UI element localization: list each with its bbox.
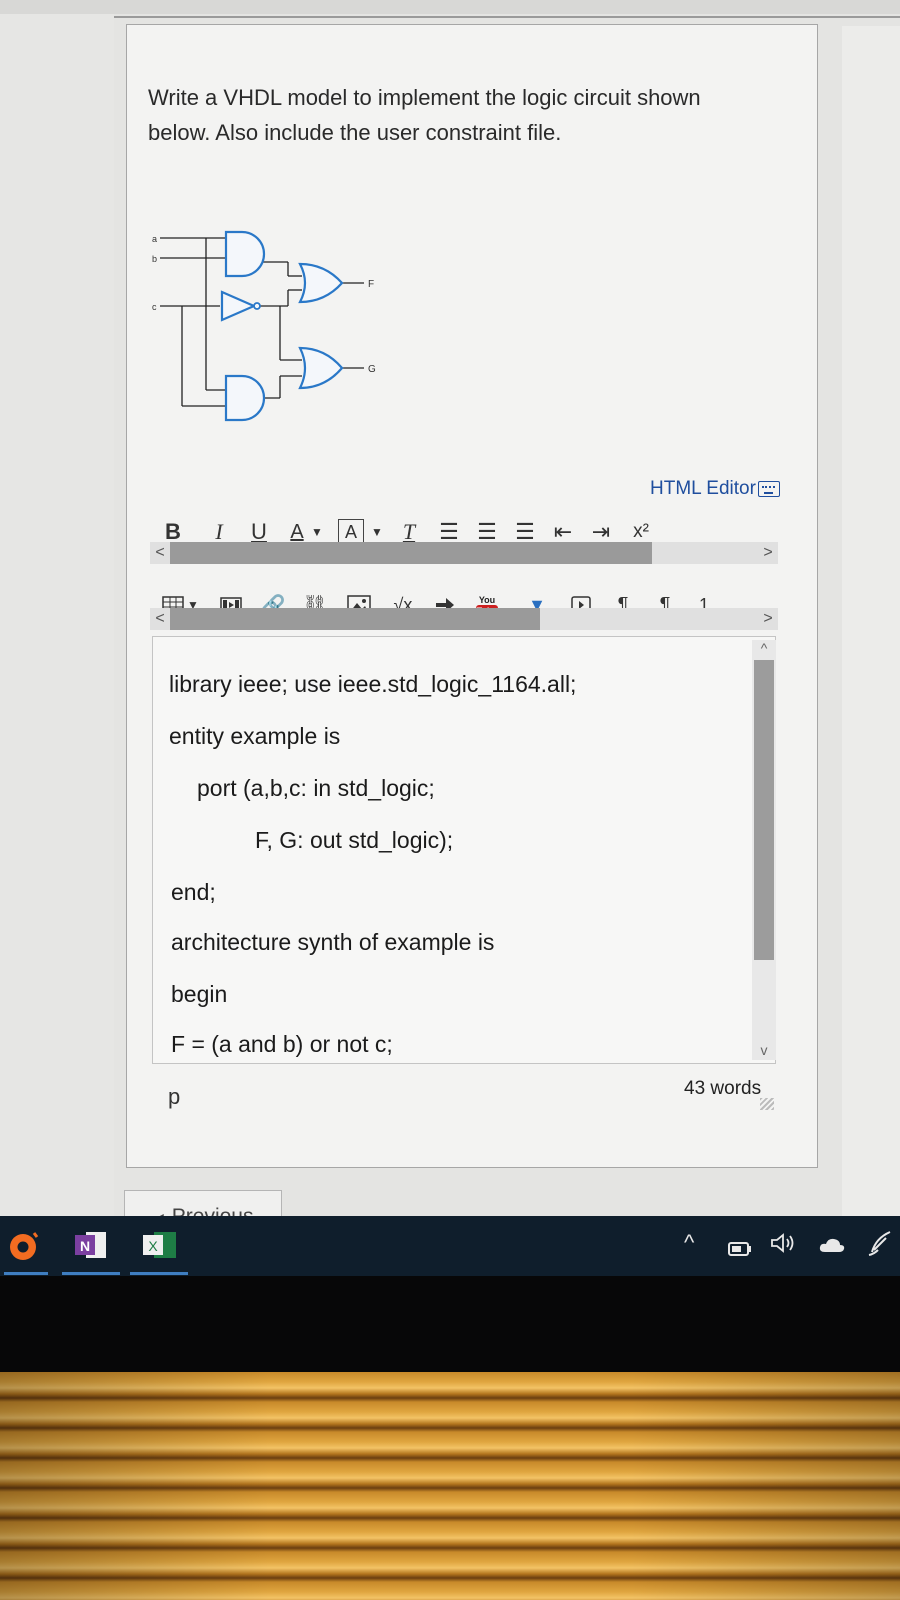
onenote-letter: N [80,1238,90,1254]
origin-active-indicator [4,1272,48,1275]
excel-letter: X [148,1238,158,1254]
top-divider [112,16,900,18]
question-prompt: Write a VHDL model to implement the logi… [148,80,788,150]
resize-grip-icon[interactable] [760,1098,774,1110]
prompt-line-1: Write a VHDL model to implement the logi… [148,85,701,110]
toolbar2-scroll-right-icon[interactable]: > [758,608,778,630]
prompt-line-2: below. Also include the user constraint … [148,120,562,145]
toolbar1-scroll-right-icon[interactable]: > [758,542,778,564]
code-line: architecture synth of example is [171,929,495,955]
svg-text:You: You [479,595,495,605]
or-gate-f [298,262,344,304]
toolbar2-scroll-thumb[interactable] [170,608,540,630]
not-gate-bubble [253,302,261,310]
code-line: port (a,b,c: in std_logic; [197,775,435,801]
code-line: end; [171,879,216,905]
output-label-g: G [368,364,376,375]
taskbar: N X ^ [0,1216,900,1276]
input-label-c: c [152,302,157,312]
show-hidden-icons-chevron-icon[interactable]: ^ [684,1230,694,1256]
not-gate-c [220,290,257,322]
and-gate-ab [224,230,266,278]
origin-app-icon[interactable] [6,1230,40,1269]
excel-active-indicator [130,1272,188,1275]
keyboard-icon [757,481,780,497]
code-line: F = (a and b) or not c; [171,1031,393,1057]
input-label-a: a [152,234,157,244]
scroll-up-icon[interactable]: ^ [752,640,776,656]
right-gutter [842,26,900,1246]
html-editor-label: HTML Editor [650,478,756,499]
editor-scrollbar-thumb[interactable] [754,660,774,960]
toolbar1-scroll-left-icon[interactable]: < [150,542,170,564]
code-line: F, G: out std_logic); [255,827,454,853]
desk-shading [0,1372,900,1600]
onenote-app-icon[interactable]: N [74,1230,108,1265]
word-count: 43 words [684,1078,762,1099]
code-line: entity example is [169,723,341,749]
left-gutter [0,14,114,1244]
onedrive-cloud-icon[interactable] [818,1234,846,1260]
or-gate-g [298,346,344,390]
html-editor-link[interactable]: HTML Editor [650,478,780,500]
browser-top-strip [0,0,900,14]
excel-app-icon[interactable]: X [142,1230,178,1265]
element-path[interactable]: p [168,1084,180,1110]
monitor-bezel [0,1276,900,1372]
pen-workspace-icon[interactable] [866,1228,896,1264]
code-line: begin [171,981,228,1007]
scroll-down-icon[interactable]: v [752,1042,776,1058]
logic-circuit-diagram: a b c F G [152,230,376,422]
code-line: library ieee; use ieee.std_logic_1164.al… [169,671,577,697]
volume-icon[interactable] [770,1232,796,1260]
and-gate-bottom [224,374,266,422]
input-label-b: b [152,254,157,264]
onenote-active-indicator [62,1272,120,1275]
output-label-f: F [368,279,374,290]
toolbar2-scroll-left-icon[interactable]: < [150,608,170,630]
battery-icon[interactable] [728,1236,752,1262]
toolbar1-scroll-thumb[interactable] [170,542,652,564]
editor-text-area[interactable]: library ieee; use ieee.std_logic_1164.al… [152,636,776,1064]
